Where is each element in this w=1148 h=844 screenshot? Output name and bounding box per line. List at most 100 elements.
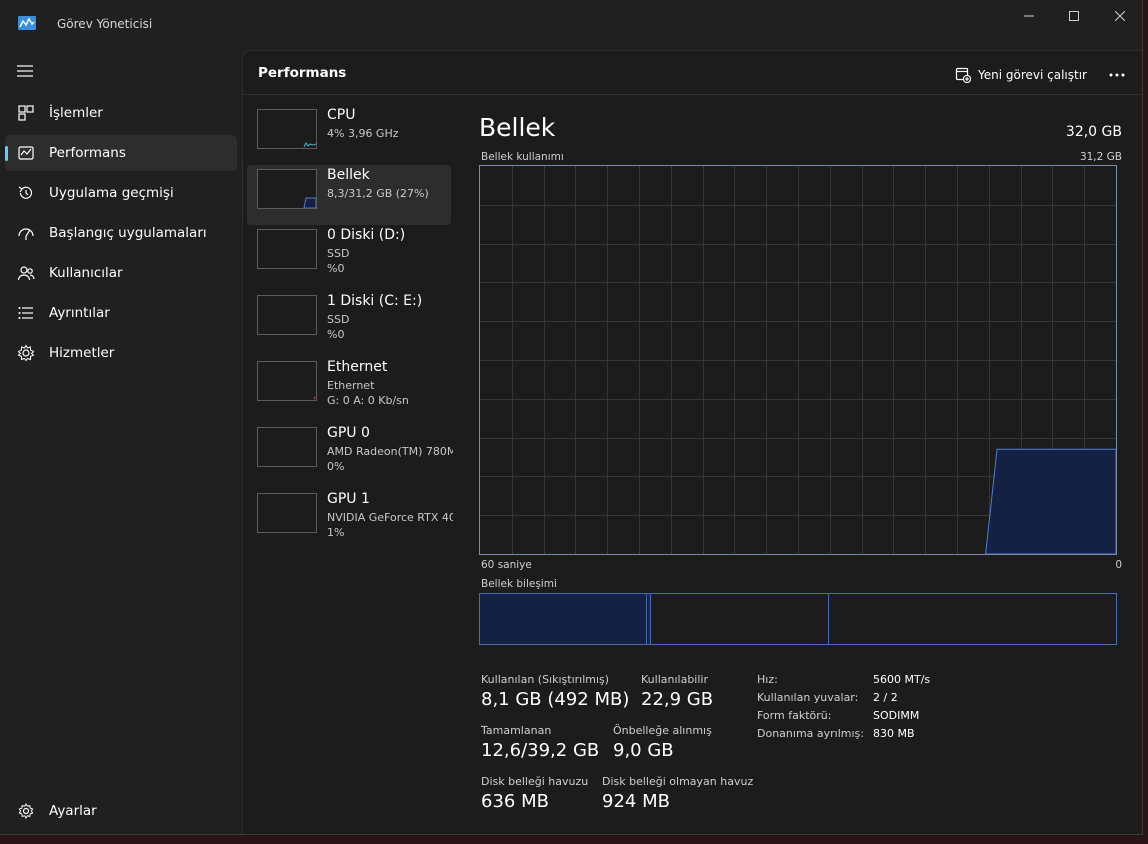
close-button[interactable] <box>1097 0 1142 32</box>
sidebar-item-label: İşlemler <box>49 105 103 121</box>
sidebar-item-label: Ayarlar <box>49 803 97 819</box>
ethernet-thumbnail-graph <box>257 361 317 401</box>
memory-total: 32,0 GB <box>1065 124 1122 140</box>
perf-item-gpu-1[interactable]: GPU 1 NVIDIA GeForce RTX 4060 1% <box>247 489 453 549</box>
perf-item-name: CPU <box>327 107 356 123</box>
window-title: Görev Yöneticisi <box>57 17 153 31</box>
composition-standby <box>651 594 829 644</box>
perf-item-name: 1 Diski (C: E:) <box>327 293 423 309</box>
available-label: Kullanılabilir <box>641 673 708 686</box>
paged-pool-label: Disk belleği havuzu <box>481 775 589 788</box>
cached-label: Önbelleğe alınmış <box>613 724 712 737</box>
sidebar-item-processes[interactable]: İşlemler <box>5 95 237 131</box>
sidebar-item-services[interactable]: Hizmetler <box>5 335 237 371</box>
maximize-button[interactable] <box>1051 0 1097 32</box>
startup-icon <box>18 228 34 240</box>
perf-item-ethernet[interactable]: Ethernet Ethernet G: 0 A: 0 Kb/sn <box>247 357 451 417</box>
sidebar: İşlemler Performans Uygulama geçmişi Baş… <box>0 48 242 834</box>
perf-item-model: NVIDIA GeForce RTX 4060 <box>327 511 453 524</box>
sidebar-item-performance[interactable]: Performans <box>5 135 237 171</box>
perf-item-name: 0 Diski (D:) <box>327 227 406 243</box>
perf-item-name: GPU 1 <box>327 491 370 507</box>
perf-item-throughput: G: 0 A: 0 Kb/sn <box>327 394 409 407</box>
speed-label: Hız: <box>757 673 778 686</box>
sidebar-item-startup-apps[interactable]: Başlangıç uygulamaları <box>5 215 237 251</box>
slots-used-label: Kullanılan yuvalar: <box>757 691 859 704</box>
perf-item-usage: %0 <box>327 262 345 275</box>
memory-usage-label: Bellek kullanımı <box>481 151 564 163</box>
services-icon <box>17 344 35 362</box>
sidebar-item-label: Ayrıntılar <box>49 305 110 321</box>
processes-icon <box>18 105 34 121</box>
run-new-task-button[interactable]: Yeni görevi çalıştır <box>955 65 1087 85</box>
maximize-icon <box>1069 11 1079 21</box>
perf-item-cpu[interactable]: CPU 4% 3,96 GHz <box>247 105 451 165</box>
perf-item-usage: 0% <box>327 460 345 473</box>
gpu-thumbnail-graph <box>257 427 317 467</box>
hardware-reserved-value: 830 MB <box>873 727 915 740</box>
minimize-button[interactable] <box>1006 0 1052 32</box>
perf-item-model: AMD Radeon(TM) 780M <box>327 445 453 458</box>
hamburger-menu-icon[interactable] <box>16 64 34 78</box>
speed-value: 5600 MT/s <box>873 673 931 686</box>
run-task-icon <box>955 67 971 83</box>
perf-item-adapter: Ethernet <box>327 379 375 392</box>
sidebar-item-label: Hizmetler <box>49 345 115 361</box>
sidebar-item-details[interactable]: Ayrıntılar <box>5 295 237 331</box>
memory-usage-area <box>985 448 1117 555</box>
perf-item-name: GPU 0 <box>327 425 370 441</box>
form-factor-label: Form faktörü: <box>757 709 832 722</box>
memory-composition-label: Bellek bileşimi <box>481 578 557 590</box>
memory-composition-bar <box>479 593 1117 645</box>
available-value: 22,9 GB <box>641 689 714 710</box>
gpu-thumbnail-graph <box>257 493 317 533</box>
content-area: Performans Yeni görevi çalıştır CPU 4% 3… <box>242 50 1142 834</box>
run-task-label: Yeni görevi çalıştır <box>978 68 1087 82</box>
perf-item-disk-1[interactable]: 1 Diski (C: E:) SSD %0 <box>247 291 451 351</box>
perf-item-detail: 4% 3,96 GHz <box>327 127 399 140</box>
committed-label: Tamamlanan <box>481 724 552 737</box>
sidebar-item-label: Performans <box>49 145 126 161</box>
memory-usage-max: 31,2 GB <box>1079 151 1122 163</box>
perf-item-gpu-0[interactable]: GPU 0 AMD Radeon(TM) 780M 0% <box>247 423 453 483</box>
slots-used-value: 2 / 2 <box>873 691 898 704</box>
sidebar-item-label: Uygulama geçmişi <box>49 185 174 201</box>
memory-detail-panel: Bellek 32,0 GB Bellek kullanımı 31,2 GB … <box>479 97 1122 834</box>
sidebar-item-settings[interactable]: Ayarlar <box>5 793 237 829</box>
paged-pool-value: 636 MB <box>481 791 549 812</box>
in-use-label: Kullanılan (Sıkıştırılmış) <box>481 673 610 686</box>
memory-thumbnail-graph <box>257 169 317 209</box>
cached-value: 9,0 GB <box>613 740 674 761</box>
users-icon <box>17 266 35 281</box>
performance-icon <box>18 146 34 160</box>
composition-in-use <box>480 594 647 644</box>
hardware-reserved-label: Donanıma ayrılmış: <box>757 727 864 740</box>
sidebar-item-label: Kullanıcılar <box>49 265 123 281</box>
perf-item-type: SSD <box>327 313 350 326</box>
disk-thumbnail-graph <box>257 229 317 269</box>
sidebar-item-app-history[interactable]: Uygulama geçmişi <box>5 175 237 211</box>
memory-usage-graph <box>479 165 1117 555</box>
committed-value: 12,6/39,2 GB <box>481 740 600 761</box>
more-options-icon[interactable] <box>1107 65 1127 85</box>
perf-item-memory[interactable]: Bellek 8,3/31,2 GB (27%) <box>247 165 451 225</box>
time-axis-right: 0 <box>1115 559 1122 571</box>
page-title: Performans <box>258 65 347 81</box>
perf-item-detail: 8,3/31,2 GB (27%) <box>327 187 429 200</box>
cpu-thumbnail-graph <box>257 109 317 149</box>
disk-thumbnail-graph <box>257 295 317 335</box>
sidebar-item-users[interactable]: Kullanıcılar <box>5 255 237 291</box>
non-paged-pool-label: Disk belleği olmayan havuz <box>602 775 754 788</box>
history-icon <box>18 186 33 199</box>
resource-title: Bellek <box>479 113 556 142</box>
task-manager-window: Görev Yöneticisi İşlemler Performans Uyg… <box>0 0 1143 835</box>
performance-list: CPU 4% 3,96 GHz Bellek 8,3/31,2 GB (27%)… <box>243 97 455 834</box>
minimize-icon <box>1024 15 1034 17</box>
details-icon <box>18 307 33 319</box>
close-icon <box>1115 11 1125 21</box>
title-bar: Görev Yöneticisi <box>0 0 1142 48</box>
form-factor-value: SODIMM <box>873 709 920 722</box>
perf-item-disk-0[interactable]: 0 Diski (D:) SSD %0 <box>247 225 451 285</box>
perf-item-name: Bellek <box>327 167 370 183</box>
perf-item-usage: %0 <box>327 328 345 341</box>
